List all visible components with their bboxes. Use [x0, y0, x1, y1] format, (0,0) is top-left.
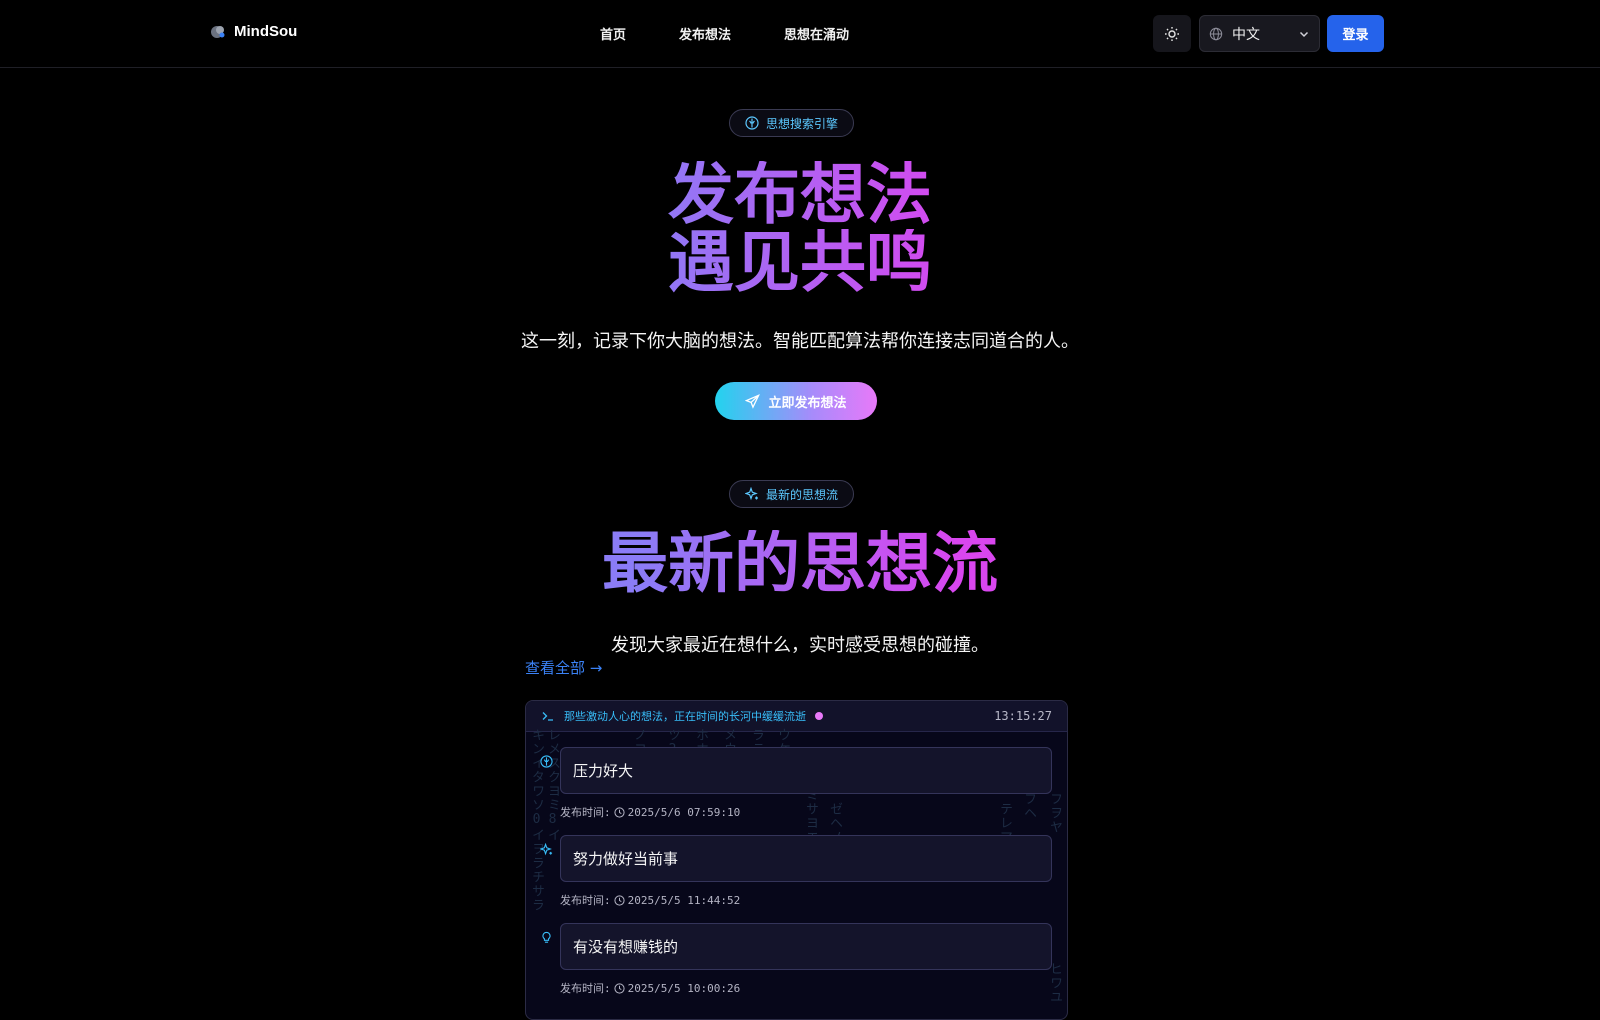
publish-time-value: 2025/5/6 07:59:10 [627, 805, 741, 819]
lightbulb-icon [542, 931, 551, 943]
terminal-header-text: 那些激动人心的想法，正在时间的长河中缓缓流逝 [564, 710, 806, 723]
hero-title-line1: 发布想法 [0, 161, 1600, 229]
nav-link-home[interactable]: 首页 [600, 24, 626, 43]
latest-badge-text: 最新的思想流 [766, 487, 839, 502]
publish-time-value: 2025/5/5 10:00:26 [627, 981, 741, 995]
hero-badge: 思想搜索引擎 [729, 109, 855, 137]
brand-name: MindSou [234, 23, 298, 40]
brain-icon [745, 116, 759, 130]
sun-icon [1165, 26, 1179, 41]
terminal-clock: 13:15:27 [994, 709, 1052, 723]
view-all-link[interactable]: 查看全部 → [525, 657, 602, 678]
latest-subtitle: 发现大家最近在想什么，实时感受思想的碰撞。 [611, 635, 989, 656]
hero-badge-text: 思想搜索引擎 [766, 116, 839, 131]
latest-title: 最新的思想流 [0, 530, 1600, 598]
publish-thought-label: 立即发布想法 [768, 395, 847, 411]
publish-time-label: 发布时间: [560, 806, 611, 819]
thought-card[interactable]: 压力好大 [560, 747, 1052, 794]
terminal-prompt-icon [542, 712, 553, 721]
thought-meta: 发布时间: 2025/5/6 07:59:10 [560, 804, 740, 820]
publish-time-value: 2025/5/5 11:44:52 [627, 893, 741, 907]
brand-logo[interactable]: MindSou [210, 23, 297, 40]
send-icon [745, 393, 761, 409]
clock-icon [614, 982, 625, 994]
sparkle-icon [540, 843, 553, 856]
hero-title-line2: 遇见共鸣 [0, 229, 1600, 297]
thought-card[interactable]: 有没有想赚钱的 [560, 923, 1052, 970]
publish-time-label: 发布时间: [560, 894, 611, 907]
login-button[interactable]: 登录 [1327, 15, 1384, 52]
terminal-header: 那些激动人心的想法，正在时间的长河中缓缓流逝 13:15:27 [526, 701, 1067, 732]
language-select[interactable]: 中文 [1199, 15, 1320, 52]
top-nav: MindSou 首页 发布想法 思想在涌动 中文 登录 [0, 0, 1600, 68]
thought-meta: 发布时间: 2025/5/5 10:00:26 [560, 980, 740, 996]
thought-card[interactable]: 努力做好当前事 [560, 835, 1052, 882]
nav-links: 首页 发布想法 思想在涌动 [600, 24, 902, 43]
language-value: 中文 [1232, 26, 1260, 43]
nav-link-stream[interactable]: 思想在涌动 [784, 24, 849, 43]
brain-icon [540, 755, 553, 768]
nav-link-publish[interactable]: 发布想法 [679, 24, 731, 43]
live-indicator-dot [815, 712, 823, 720]
globe-icon [1209, 27, 1223, 40]
clock-icon [614, 806, 625, 818]
clock-icon [614, 894, 625, 906]
hero-subtitle: 这一刻，记录下你大脑的想法。智能匹配算法帮你连接志同道合的人。 [521, 331, 1079, 352]
sparkle-icon [745, 487, 758, 501]
thought-stream-terminal: 那些激动人心的想法，正在时间的长河中缓缓流逝 13:15:27 キンイタワソ0イ… [525, 700, 1068, 1020]
publish-thought-button[interactable]: 立即发布想法 [715, 382, 877, 420]
brain-logo-icon [211, 25, 225, 38]
latest-badge: 最新的思想流 [729, 480, 855, 508]
publish-time-label: 发布时间: [560, 982, 611, 995]
theme-toggle-button[interactable] [1153, 15, 1191, 52]
thought-meta: 发布时间: 2025/5/5 11:44:52 [560, 892, 740, 908]
chevron-down-icon [1299, 31, 1309, 37]
